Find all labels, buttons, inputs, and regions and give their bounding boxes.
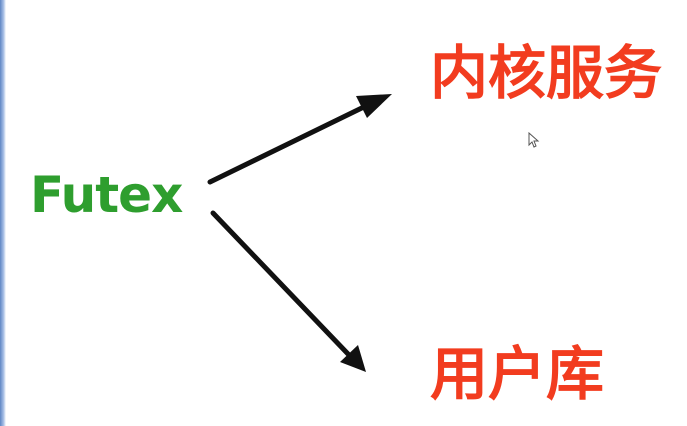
arrow-line-kernel bbox=[207, 100, 375, 185]
arrow-to-user-library bbox=[210, 210, 366, 372]
user-library-label: 用户库 bbox=[430, 340, 605, 408]
futex-label: Futex bbox=[30, 166, 183, 224]
arrow-head-kernel bbox=[356, 94, 392, 118]
kernel-service-label: 内核服务 bbox=[430, 39, 663, 107]
arrow-line-user bbox=[210, 210, 352, 358]
arrow-to-kernel-service bbox=[207, 94, 392, 185]
mouse-pointer-icon bbox=[528, 132, 540, 148]
